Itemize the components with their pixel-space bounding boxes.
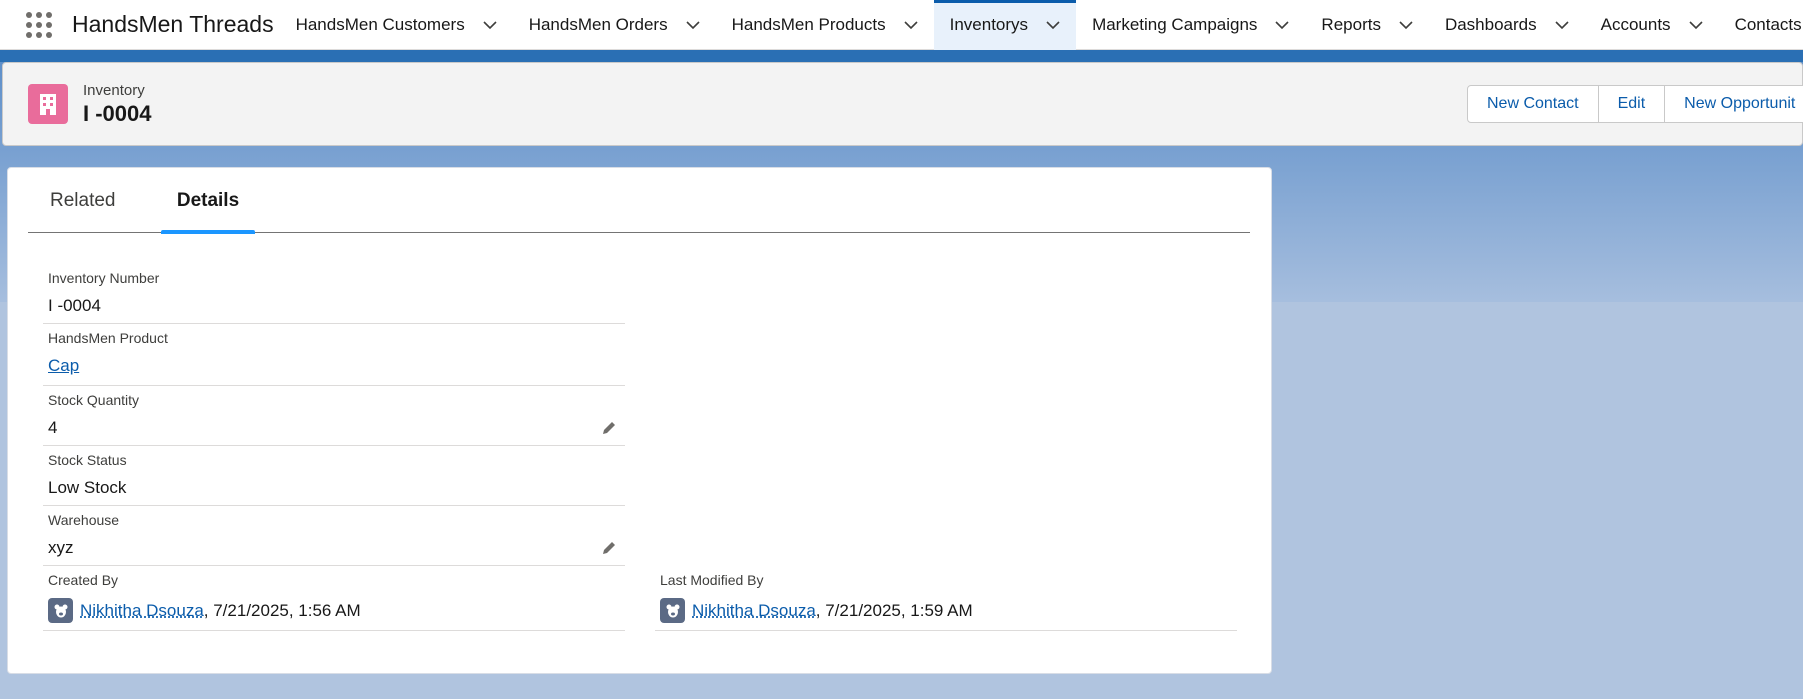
record-tabs: Related Details [28, 168, 1250, 233]
app-launcher-icon[interactable] [26, 10, 52, 40]
nav-item-label: HandsMen Orders [529, 15, 668, 35]
avatar-icon [48, 598, 73, 623]
building-icon [28, 84, 68, 124]
field-label: Last Modified By [660, 572, 764, 588]
nav-item-label: Accounts [1601, 15, 1671, 35]
header-actions: New Contact Edit New Opportunit [1467, 85, 1803, 123]
nav-item-marketing-campaigns[interactable]: Marketing Campaigns [1076, 0, 1305, 50]
new-contact-button[interactable]: New Contact [1467, 85, 1599, 123]
chevron-down-icon[interactable] [1555, 18, 1569, 32]
field-value-wrapper: Cap [48, 356, 79, 376]
avatar-icon [660, 598, 685, 623]
brand-strip [0, 50, 1803, 62]
nav-item-contacts[interactable]: Contacts [1719, 0, 1803, 50]
field-value: Low Stock [48, 478, 126, 498]
chevron-down-icon[interactable] [483, 18, 497, 32]
field-stock-quantity: Stock Quantity 4 [43, 390, 625, 446]
field-label: Stock Quantity [48, 392, 139, 408]
global-nav: HandsMen Threads HandsMen Customers Hand… [0, 0, 1803, 50]
field-value: xyz [48, 538, 74, 558]
nav-item-label: HandsMen Customers [296, 15, 465, 35]
created-by-user-link[interactable]: Nikhitha Dsouza [80, 601, 204, 621]
nav-item-handsmen-orders[interactable]: HandsMen Orders [513, 0, 716, 50]
nav-item-dashboards[interactable]: Dashboards [1429, 0, 1585, 50]
nav-item-reports[interactable]: Reports [1305, 0, 1429, 50]
new-opportunity-button[interactable]: New Opportunit [1665, 85, 1803, 123]
nav-items: HandsMen Customers HandsMen Orders Hands… [280, 0, 1803, 50]
record-header-text: Inventory I -0004 [83, 82, 152, 127]
field-value-wrapper: Nikhitha Dsouza , 7/21/2025, 1:56 AM [48, 598, 361, 623]
nav-item-label: Contacts [1735, 15, 1802, 35]
field-label: Warehouse [48, 512, 119, 528]
field-created-by: Created By Nikhitha Dsouza , 7/21/2025, … [43, 570, 625, 631]
nav-item-accounts[interactable]: Accounts [1585, 0, 1719, 50]
pencil-icon[interactable] [601, 420, 617, 436]
product-link[interactable]: Cap [48, 356, 79, 376]
object-label: Inventory [83, 82, 152, 99]
field-value: I -0004 [48, 296, 101, 316]
chevron-down-icon[interactable] [1275, 18, 1289, 32]
field-value: 4 [48, 418, 57, 438]
chevron-down-icon[interactable] [1399, 18, 1413, 32]
field-label: HandsMen Product [48, 330, 168, 346]
nav-item-label: Marketing Campaigns [1092, 15, 1257, 35]
nav-item-label: HandsMen Products [732, 15, 886, 35]
nav-item-label: Dashboards [1445, 15, 1537, 35]
last-modified-date: , 7/21/2025, 1:59 AM [816, 601, 973, 621]
edit-button[interactable]: Edit [1599, 85, 1666, 123]
tab-related[interactable]: Related [28, 168, 161, 233]
field-label: Created By [48, 572, 118, 588]
app-name: HandsMen Threads [72, 11, 274, 38]
field-value-wrapper: Nikhitha Dsouza , 7/21/2025, 1:59 AM [660, 598, 973, 623]
nav-item-handsmen-customers[interactable]: HandsMen Customers [280, 0, 513, 50]
field-label: Stock Status [48, 452, 127, 468]
record-header: Inventory I -0004 New Contact Edit New O… [2, 62, 1803, 146]
nav-item-inventorys[interactable]: Inventorys [934, 0, 1076, 50]
record-title: I -0004 [83, 101, 152, 127]
created-by-date: , 7/21/2025, 1:56 AM [204, 601, 361, 621]
nav-item-handsmen-products[interactable]: HandsMen Products [716, 0, 934, 50]
chevron-down-icon[interactable] [1046, 18, 1060, 32]
details-card: Related Details Inventory Number I -0004… [7, 167, 1272, 674]
field-last-modified-by: Last Modified By Nikhitha Dsouza , 7/21/… [655, 570, 1237, 631]
nav-item-label: Reports [1321, 15, 1381, 35]
last-modified-by-user-link[interactable]: Nikhitha Dsouza [692, 601, 816, 621]
chevron-down-icon[interactable] [686, 18, 700, 32]
field-label: Inventory Number [48, 270, 159, 286]
field-inventory-number: Inventory Number I -0004 [43, 268, 625, 324]
chevron-down-icon[interactable] [1689, 18, 1703, 32]
field-stock-status: Stock Status Low Stock [43, 450, 625, 506]
pencil-icon[interactable] [601, 540, 617, 556]
chevron-down-icon[interactable] [904, 18, 918, 32]
field-warehouse: Warehouse xyz [43, 510, 625, 566]
tab-details[interactable]: Details [161, 168, 255, 233]
field-handsmen-product: HandsMen Product Cap [43, 328, 625, 386]
nav-item-label: Inventorys [950, 15, 1028, 35]
